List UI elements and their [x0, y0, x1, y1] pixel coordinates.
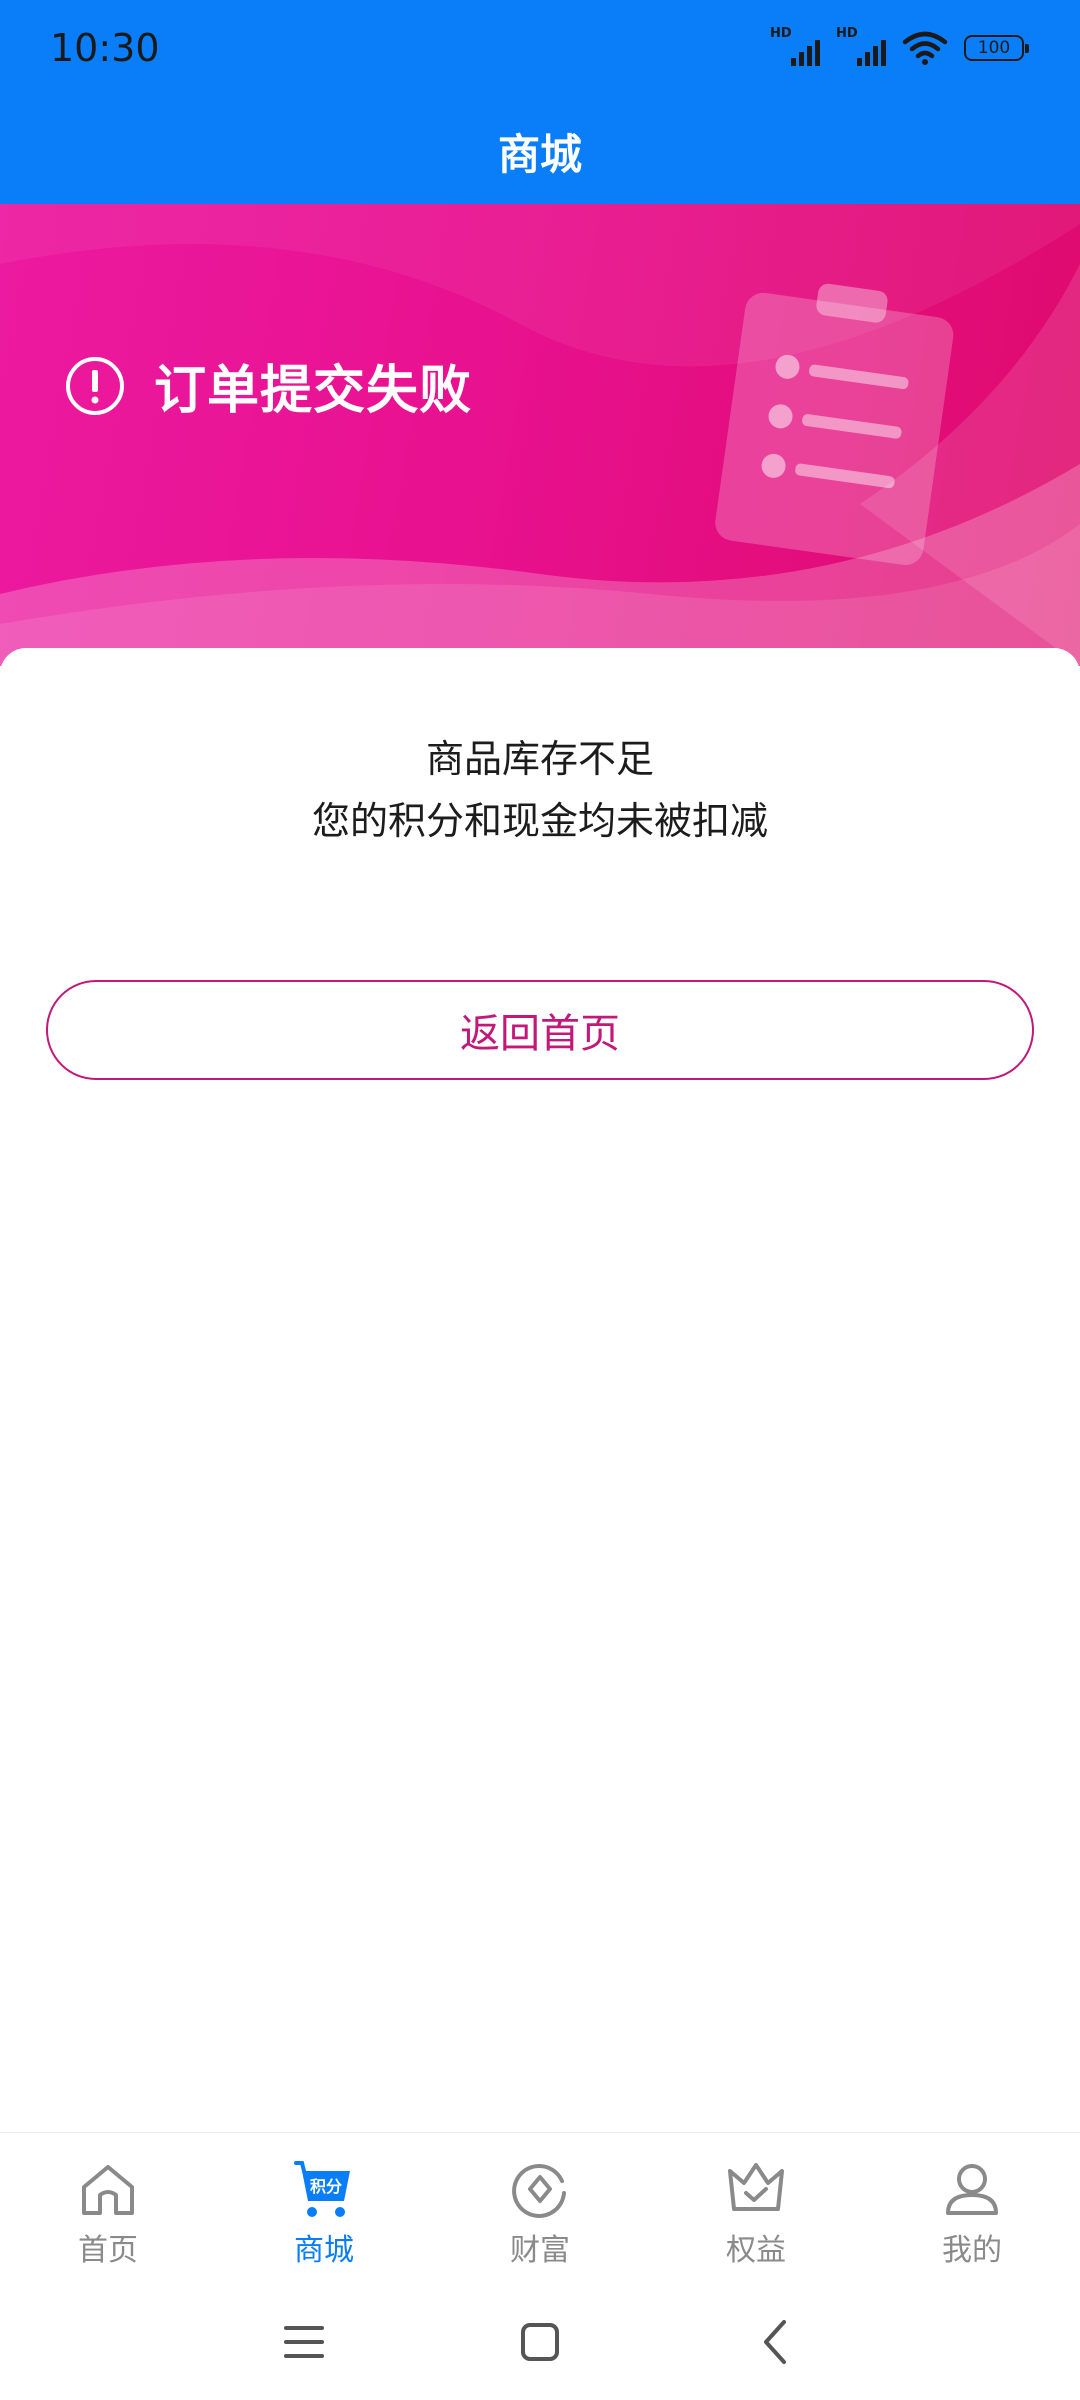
cell-signal-icon-2: HD	[836, 26, 886, 66]
result-note: 您的积分和现金均未被扣减	[311, 799, 768, 843]
points-cart-icon: 积分	[294, 2161, 350, 2217]
status-icons: HD HD 100	[770, 26, 1029, 66]
nav-item-benefits[interactable]: 权益	[648, 2133, 864, 2283]
clipboard-illustration-icon	[715, 283, 954, 566]
home-square-icon[interactable]	[510, 2312, 570, 2372]
cell-signal-icon: HD	[770, 26, 820, 66]
crown-icon	[728, 2163, 784, 2211]
nav-item-wealth[interactable]: 财富	[432, 2133, 648, 2283]
nav-label-wealth: 财富	[510, 2233, 570, 2268]
title-bar: 商城	[0, 98, 1080, 204]
back-home-button[interactable]: 返回首页	[46, 980, 1034, 1080]
points-cart-icon-text: 积分	[310, 2177, 342, 2196]
result-card: 商品库存不足 您的积分和现金均未被扣减 返回首页	[0, 648, 1080, 2132]
alert-circle-icon	[66, 356, 124, 415]
result-text: 商品库存不足 您的积分和现金均未被扣减	[0, 728, 1080, 852]
system-nav-bar	[0, 2282, 1080, 2400]
nav-item-home[interactable]: 首页	[0, 2133, 216, 2283]
profile-icon	[946, 2164, 998, 2215]
result-reason: 商品库存不足	[425, 737, 654, 781]
back-chevron-icon[interactable]	[746, 2312, 806, 2372]
nav-label-mall: 商城	[294, 2233, 354, 2268]
sim2-label: HD	[836, 26, 858, 41]
order-status-message: 订单提交失败	[154, 361, 473, 421]
status-time: 10:30	[50, 26, 160, 70]
menu-icon[interactable]	[274, 2312, 334, 2372]
battery-icon: 100	[964, 35, 1029, 61]
home-icon	[82, 2165, 134, 2215]
nav-label-home: 首页	[78, 2233, 138, 2268]
nav-label-profile: 我的	[942, 2233, 1002, 2268]
sim1-label: HD	[770, 26, 792, 41]
bottom-nav: 首页 积分 商城 财富 权益 我的	[0, 2132, 1080, 2283]
wifi-icon	[902, 31, 948, 65]
battery-level: 100	[977, 38, 1011, 58]
wealth-icon	[512, 2163, 566, 2218]
page-title: 商城	[497, 129, 582, 179]
status-banner: 订单提交失败	[0, 204, 1080, 666]
status-bar: 10:30 HD HD 100	[0, 0, 1080, 98]
nav-item-mall[interactable]: 积分 商城	[216, 2133, 432, 2283]
nav-label-benefits: 权益	[726, 2233, 786, 2268]
order-status: 订单提交失败	[64, 348, 472, 423]
nav-item-profile[interactable]: 我的	[864, 2133, 1080, 2283]
